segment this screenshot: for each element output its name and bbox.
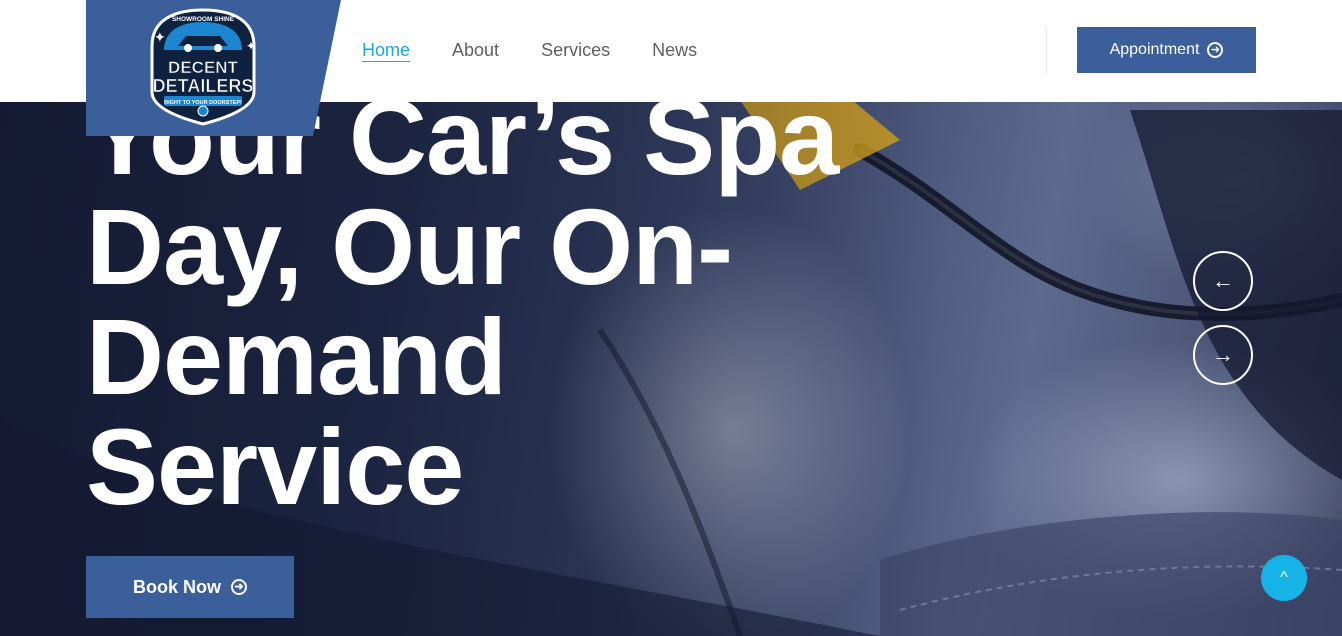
slider-prev-button[interactable]: ← <box>1193 251 1253 311</box>
logo-top-text: SHOWROOM SHINE <box>172 16 235 23</box>
back-to-top-button[interactable]: ^ <box>1261 555 1307 601</box>
circle-arrow-right-icon: ➜ <box>1207 42 1224 58</box>
logo: ✦ ✦ SHOWROOM SHINE DECENT DETAILERS RIGH… <box>86 0 341 136</box>
logo-name-line-2: DETAILERS <box>153 76 254 96</box>
header-divider <box>1046 26 1047 74</box>
nav-item-about[interactable]: About <box>452 40 499 61</box>
nav-item-services[interactable]: Services <box>541 40 610 61</box>
appointment-label: Appointment <box>1109 41 1200 58</box>
hero-headline: Your Car’s Spa Day, Our On- Demand Servi… <box>86 82 886 522</box>
headline-line-2: Day, Our On- <box>86 186 733 307</box>
headline-line-3: Demand <box>86 296 507 417</box>
nav-item-home[interactable]: Home <box>362 40 410 61</box>
book-now-button[interactable]: Book Now ➜ <box>86 556 294 618</box>
main-nav: Home About Services News <box>362 40 697 61</box>
book-now-label: Book Now <box>133 576 221 597</box>
headline-line-4: Service <box>86 406 464 527</box>
sparkle-icon: ✦ <box>246 39 256 53</box>
sparkle-icon: ✦ <box>154 29 166 45</box>
circle-arrow-right-icon: ➜ <box>231 579 247 595</box>
nav-item-news[interactable]: News <box>652 40 697 61</box>
logo-tagline: RIGHT TO YOUR DOORSTEP! <box>164 100 242 106</box>
arrow-right-icon: → <box>1212 342 1234 367</box>
logo-name-line-1: DECENT <box>168 58 239 77</box>
chevron-up-icon: ^ <box>1280 569 1288 586</box>
logo-link[interactable]: ✦ ✦ SHOWROOM SHINE DECENT DETAILERS RIGH… <box>86 0 341 136</box>
slider-next-button[interactable]: → <box>1193 325 1253 385</box>
arrow-left-icon: ← <box>1212 268 1234 293</box>
appointment-button[interactable]: Appointment ➜ <box>1077 27 1256 73</box>
